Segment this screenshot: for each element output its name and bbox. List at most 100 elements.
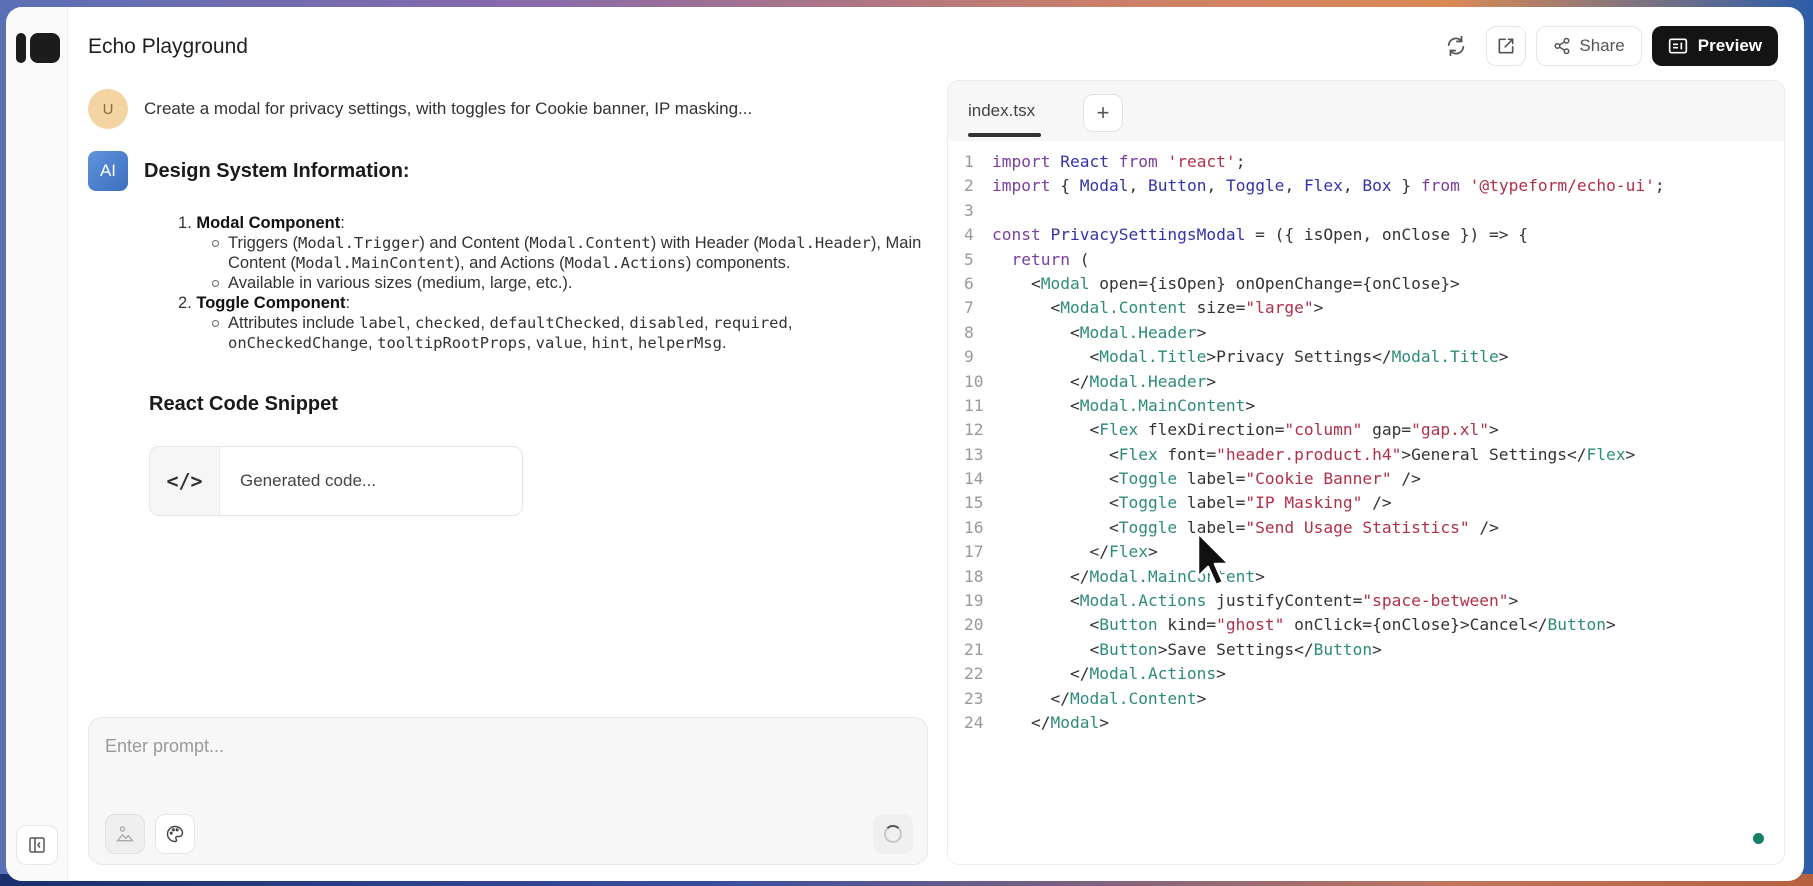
code-line: 10 </Modal.Header> xyxy=(948,370,1784,394)
code-line: 8 <Modal.Header> xyxy=(948,321,1784,345)
line-number: 13 xyxy=(964,444,984,464)
info-ordered-list: 1. Modal Component: Triggers (Modal.Trigg… xyxy=(178,213,928,353)
info-bullet: Available in various sizes (medium, larg… xyxy=(212,273,928,293)
ai-message-header: AI Design System Information: xyxy=(88,151,928,191)
preview-icon xyxy=(1668,38,1687,54)
share-button[interactable]: Share xyxy=(1536,26,1642,66)
loading-indicator xyxy=(873,814,913,854)
app-logo-icon[interactable] xyxy=(16,33,60,63)
user-message: U Create a modal for privacy settings, w… xyxy=(88,89,928,129)
generated-code-label: Generated code... xyxy=(240,471,377,490)
share-label: Share xyxy=(1579,36,1625,55)
line-number: 8 xyxy=(964,322,974,342)
line-number: 5 xyxy=(964,249,974,269)
code-line: 21 <Button>Save Settings</Button> xyxy=(948,638,1784,662)
attach-image-button[interactable] xyxy=(105,814,145,854)
code-line: 13 <Flex font="header.product.h4">Genera… xyxy=(948,443,1784,467)
sidebar-collapse-icon xyxy=(29,837,45,853)
code-icon: </> xyxy=(150,447,220,515)
line-number: 14 xyxy=(964,469,984,489)
info-list-item: 2. Toggle Component: Attributes include l… xyxy=(178,293,928,353)
code-line: 9 <Modal.Title>Privacy Settings</Modal.T… xyxy=(948,345,1784,369)
ai-heading: Design System Information: xyxy=(144,159,410,182)
info-bullet: Triggers (Modal.Trigger) and Content (Mo… xyxy=(212,233,928,273)
code-line: 4 const PrivacySettingsModal = ({ isOpen,… xyxy=(948,223,1784,247)
prompt-box xyxy=(88,717,928,865)
code-line: 23 </Modal.Content> xyxy=(948,687,1784,711)
refresh-icon xyxy=(1448,35,1465,57)
line-number: 9 xyxy=(964,347,974,367)
line-number: 24 xyxy=(964,712,984,732)
code-line: 24 </Modal> xyxy=(948,711,1784,735)
code-line: 7 <Modal.Content size="large"> xyxy=(948,296,1784,320)
line-number: 10 xyxy=(964,371,984,391)
code-line: 6 <Modal open={isOpen} onOpenChange={onC… xyxy=(948,272,1784,296)
line-number: 17 xyxy=(964,542,984,562)
line-number: 22 xyxy=(964,664,984,684)
active-tab-indicator xyxy=(968,133,1041,137)
line-number: 15 xyxy=(964,493,984,513)
info-bullet: Attributes include label, checked, defau… xyxy=(212,313,928,353)
preview-label: Preview xyxy=(1697,36,1762,55)
tab-index-tsx[interactable]: index.tsx xyxy=(968,101,1035,121)
image-icon xyxy=(116,826,134,842)
line-number: 1 xyxy=(964,152,974,171)
line-number: 4 xyxy=(964,225,974,245)
code-content[interactable]: 1 import React from 'react'; 2 import { Mod… xyxy=(948,141,1784,735)
spinner-icon xyxy=(884,825,902,843)
generated-code-card[interactable]: </> Generated code... xyxy=(149,446,523,516)
code-line: 15 <Toggle label="IP Masking" /> xyxy=(948,491,1784,515)
theme-button[interactable] xyxy=(155,814,195,854)
line-number: 19 xyxy=(964,591,984,611)
status-indicator-dot xyxy=(1753,833,1764,844)
code-line: 19 <Modal.Actions justifyContent="space-… xyxy=(948,589,1784,613)
design-system-info-list: 1. Modal Component: Triggers (Modal.Trigg… xyxy=(178,213,928,353)
preview-button[interactable]: Preview xyxy=(1651,26,1778,66)
chat-thread: U Create a modal for privacy settings, w… xyxy=(88,89,928,516)
line-number: 2 xyxy=(964,176,974,196)
code-line: 18 </Modal.MainContent> xyxy=(948,565,1784,589)
mouse-cursor-icon xyxy=(1196,531,1231,587)
add-file-button[interactable]: + xyxy=(1083,94,1123,132)
code-line: 12 <Flex flexDirection="column" gap="gap… xyxy=(948,418,1784,442)
line-number: 3 xyxy=(964,200,974,220)
snippet-heading: React Code Snippet xyxy=(149,393,338,415)
app-title: Echo Playground xyxy=(88,35,248,58)
prompt-input[interactable] xyxy=(105,736,905,796)
code-line: 2 import { Modal, Button, Toggle, Flex, B… xyxy=(948,174,1784,198)
code-editor-panel: index.tsx + 1 import React from 'react'; 2… xyxy=(947,80,1785,865)
info-list-item: 1. Modal Component: Triggers (Modal.Trigg… xyxy=(178,213,928,293)
open-external-button[interactable] xyxy=(1486,26,1527,66)
user-message-text: Create a modal for privacy settings, wit… xyxy=(144,99,753,118)
user-avatar: U xyxy=(88,89,128,129)
line-number: 12 xyxy=(964,420,984,440)
palette-icon xyxy=(166,825,184,843)
ai-avatar: AI xyxy=(88,151,128,191)
line-number: 16 xyxy=(964,517,984,537)
line-number: 18 xyxy=(964,566,984,586)
line-number: 7 xyxy=(964,298,974,318)
code-line: 1 import React from 'react'; xyxy=(948,150,1784,174)
code-line: 3 xyxy=(948,199,1784,223)
refresh-button[interactable] xyxy=(1436,26,1476,66)
code-line: 16 <Toggle label="Send Usage Statistics"… xyxy=(948,516,1784,540)
line-number: 21 xyxy=(964,639,984,659)
code-line: 5 return ( xyxy=(948,248,1784,272)
external-link-icon xyxy=(1498,38,1514,54)
code-line: 11 <Modal.MainContent> xyxy=(948,394,1784,418)
info-item-title: 1. Modal Component: xyxy=(178,214,345,232)
app-window: Echo Playground Share Preview U Create a… xyxy=(6,7,1804,881)
share-icon xyxy=(1554,37,1570,55)
info-item-title: 2. Toggle Component: xyxy=(178,294,351,312)
editor-tabs: index.tsx + xyxy=(948,81,1784,141)
left-rail xyxy=(6,7,68,881)
line-number: 11 xyxy=(964,395,984,415)
code-line: 14 <Toggle label="Cookie Banner" /> xyxy=(948,467,1784,491)
sidebar-toggle-button[interactable] xyxy=(16,825,58,865)
code-line: 17 </Flex> xyxy=(948,540,1784,564)
top-toolbar: Share Preview xyxy=(1436,26,1778,66)
code-line: 20 <Button kind="ghost" onClick={onClose… xyxy=(948,613,1784,637)
line-number: 6 xyxy=(964,273,974,293)
code-line: 22 </Modal.Actions> xyxy=(948,662,1784,686)
line-number: 20 xyxy=(964,615,984,635)
